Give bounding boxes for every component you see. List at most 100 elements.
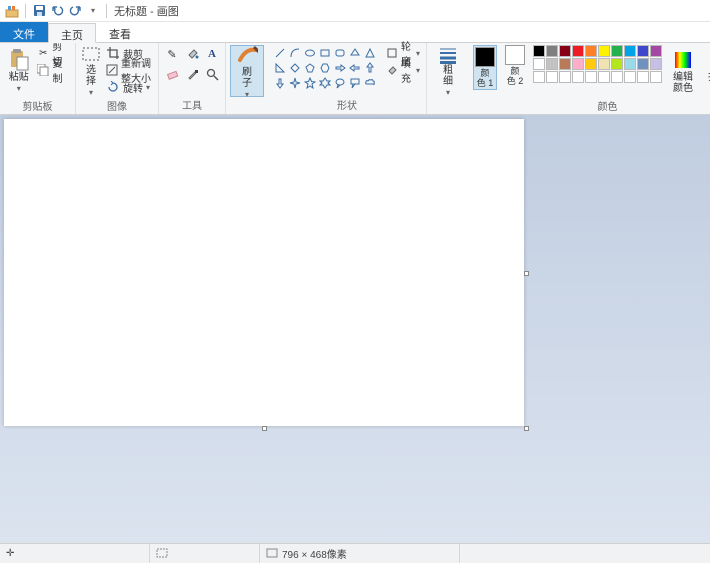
quick-access-toolbar: ▾: [4, 3, 110, 19]
color-swatch-6[interactable]: [611, 45, 623, 57]
color-swatch-0[interactable]: [533, 45, 545, 57]
shape-cloud[interactable]: [363, 76, 377, 90]
size-icon: [437, 45, 459, 64]
color-swatch-16[interactable]: [611, 58, 623, 70]
shape-star6[interactable]: [318, 76, 332, 90]
eraser-tool[interactable]: [163, 65, 181, 83]
color-swatch-9[interactable]: [650, 45, 662, 57]
window-title: 无标题 - 画图: [114, 3, 179, 19]
color-swatch-13[interactable]: [572, 58, 584, 70]
color1-swatch: [475, 47, 495, 67]
shapes-group-label: 形状: [272, 96, 422, 114]
tab-view[interactable]: 查看: [96, 22, 144, 42]
color-swatch-23[interactable]: [572, 71, 584, 83]
color-swatch-5[interactable]: [598, 45, 610, 57]
magnifier-tool[interactable]: [203, 65, 221, 83]
shape-diamond[interactable]: [288, 61, 302, 75]
shape-hexagon[interactable]: [318, 61, 332, 75]
bucket-tool[interactable]: [183, 45, 201, 63]
shape-curve[interactable]: [288, 46, 302, 60]
shape-arrow-d[interactable]: [273, 76, 287, 90]
save-icon[interactable]: [31, 3, 47, 19]
shape-triangle[interactable]: [363, 46, 377, 60]
color2-button[interactable]: 颜 色 2: [503, 45, 527, 86]
color-swatch-22[interactable]: [559, 71, 571, 83]
tab-file[interactable]: 文件: [0, 22, 48, 42]
brush-icon: [236, 44, 258, 66]
color-swatch-17[interactable]: [624, 58, 636, 70]
tab-home[interactable]: 主页: [48, 23, 96, 43]
color-swatch-27[interactable]: [624, 71, 636, 83]
brush-button[interactable]: 刷 子 ▾: [230, 45, 264, 97]
color-swatch-12[interactable]: [559, 58, 571, 70]
shape-callout-round[interactable]: [333, 76, 347, 90]
shape-arrow-u[interactable]: [363, 61, 377, 75]
color-swatch-3[interactable]: [572, 45, 584, 57]
canvas-area[interactable]: [0, 115, 710, 543]
brush-dd-icon: ▾: [245, 90, 249, 99]
copy-button[interactable]: 复制: [35, 62, 71, 78]
select-button[interactable]: 选 择 ▾: [80, 45, 102, 97]
resize-handle[interactable]: [524, 271, 529, 276]
redo-icon[interactable]: [67, 3, 83, 19]
color-swatch-26[interactable]: [611, 71, 623, 83]
color-swatch-11[interactable]: [546, 58, 558, 70]
shapes-gallery[interactable]: [272, 45, 378, 91]
resize-handle[interactable]: [524, 426, 529, 431]
text-tool[interactable]: A: [203, 45, 221, 63]
color-swatch-24[interactable]: [585, 71, 597, 83]
color-swatch-8[interactable]: [637, 45, 649, 57]
shape-star5[interactable]: [303, 76, 317, 90]
resize-icon: [106, 63, 118, 77]
resize-button[interactable]: 重新调整大小: [104, 62, 154, 78]
color-swatch-20[interactable]: [533, 71, 545, 83]
status-dimensions: 796 × 468像素: [260, 544, 460, 563]
shape-arrow-r[interactable]: [333, 61, 347, 75]
color1-button[interactable]: 颜 色 1: [473, 45, 497, 90]
clipboard-group-label: 剪贴板: [4, 97, 71, 115]
color-swatch-18[interactable]: [637, 58, 649, 70]
shape-callout-rect[interactable]: [348, 76, 362, 90]
resize-handle[interactable]: [262, 426, 267, 431]
shape-polygon[interactable]: [348, 46, 362, 60]
shape-star4[interactable]: [288, 76, 302, 90]
app-icon: [4, 3, 20, 19]
shape-arrow-l[interactable]: [348, 61, 362, 75]
color-swatch-1[interactable]: [546, 45, 558, 57]
qat-dropdown-icon[interactable]: ▾: [85, 3, 101, 19]
paste-label: 粘贴: [9, 72, 29, 83]
undo-icon[interactable]: [49, 3, 65, 19]
canvas[interactable]: [4, 119, 524, 426]
size-button[interactable]: 粗 细 ▾: [431, 45, 465, 97]
edit-colors-button[interactable]: 编辑 颜色: [668, 45, 698, 97]
color-swatch-7[interactable]: [624, 45, 636, 57]
tab-strip: 文件 主页 查看: [0, 22, 710, 43]
color-swatch-29[interactable]: [650, 71, 662, 83]
shape-pentagon[interactable]: [303, 61, 317, 75]
shape-roundrect[interactable]: [333, 46, 347, 60]
shape-fill-button[interactable]: 填充 ▾: [384, 62, 422, 78]
copy-icon: [37, 63, 49, 77]
color-swatch-2[interactable]: [559, 45, 571, 57]
color-swatch-15[interactable]: [598, 58, 610, 70]
shape-rect[interactable]: [318, 46, 332, 60]
color-swatch-19[interactable]: [650, 58, 662, 70]
shape-line[interactable]: [273, 46, 287, 60]
color-swatch-28[interactable]: [637, 71, 649, 83]
status-spacer: [460, 544, 710, 563]
color-swatch-14[interactable]: [585, 58, 597, 70]
dimensions-icon: [266, 548, 278, 560]
color-swatch-4[interactable]: [585, 45, 597, 57]
pencil-tool[interactable]: ✎: [163, 45, 181, 63]
paint3d-button[interactable]: 打开画 图 3D: [704, 45, 710, 97]
color-swatch-10[interactable]: [533, 58, 545, 70]
group-colors: 颜 色 1 颜 色 2 编辑 颜色 打开画 图 3D 颜色: [469, 43, 710, 114]
rotate-button[interactable]: 旋转 ▾: [104, 79, 154, 95]
color-swatch-21[interactable]: [546, 71, 558, 83]
group-tools: ✎ A 工具: [159, 43, 226, 114]
shape-rt-triangle[interactable]: [273, 61, 287, 75]
paste-button[interactable]: 粘贴 ▾: [4, 45, 33, 97]
shape-oval[interactable]: [303, 46, 317, 60]
color-swatch-25[interactable]: [598, 71, 610, 83]
eyedropper-tool[interactable]: [183, 65, 201, 83]
